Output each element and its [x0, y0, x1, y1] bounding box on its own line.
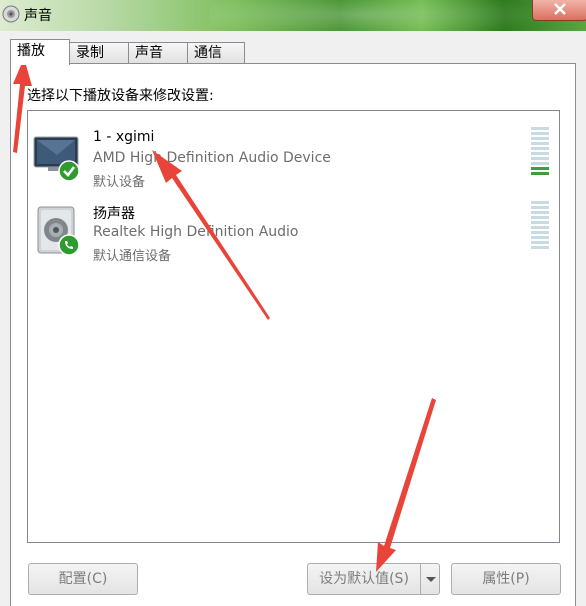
- playback-device-list[interactable]: 1 - xgimi AMD High Definition Audio Devi…: [27, 110, 560, 543]
- speaker-app-icon: [2, 5, 20, 23]
- chevron-down-icon: [426, 577, 436, 582]
- configure-button[interactable]: 配置(C): [28, 563, 138, 595]
- tab-label: 录制: [76, 45, 104, 61]
- set-default-split-button[interactable]: 设为默认值(S): [307, 563, 440, 595]
- tab-label: 通信: [194, 45, 222, 61]
- tab-label: 播放: [17, 43, 45, 59]
- properties-button[interactable]: 属性(P): [451, 563, 561, 595]
- device-description: AMD High Definition Audio Device: [93, 150, 331, 166]
- device-name: 扬声器: [93, 206, 135, 222]
- window-title: 声音: [24, 8, 52, 24]
- tab-label: 声音: [135, 45, 163, 61]
- device-item-xgimi[interactable]: 1 - xgimi AMD High Definition Audio Devi…: [28, 125, 559, 195]
- tab-sounds[interactable]: 声音: [128, 42, 188, 63]
- close-icon: [554, 3, 566, 15]
- default-check-icon: [58, 160, 80, 186]
- set-default-button[interactable]: 设为默认值(S): [307, 563, 420, 595]
- instruction-text: 选择以下播放设备来修改设置:: [27, 88, 214, 104]
- phone-badge-icon: [58, 234, 80, 260]
- device-name: 1 - xgimi: [93, 129, 155, 145]
- tab-playback[interactable]: 播放: [10, 39, 70, 65]
- device-description: Realtek High Definition Audio: [93, 224, 299, 240]
- tab-communications[interactable]: 通信: [187, 42, 245, 63]
- close-button[interactable]: [532, 0, 586, 21]
- device-item-speakers[interactable]: 扬声器 Realtek High Definition Audio 默认通信设备: [28, 199, 559, 269]
- set-default-dropdown[interactable]: [420, 563, 440, 595]
- device-status: 默认设备: [93, 175, 146, 190]
- title-bar: 声音: [0, 0, 586, 31]
- volume-level-meter: [531, 201, 549, 251]
- tab-recording[interactable]: 录制: [69, 42, 129, 63]
- volume-level-meter: [531, 127, 549, 177]
- device-status: 默认通信设备: [93, 249, 172, 264]
- title-bar-background: [210, 0, 586, 31]
